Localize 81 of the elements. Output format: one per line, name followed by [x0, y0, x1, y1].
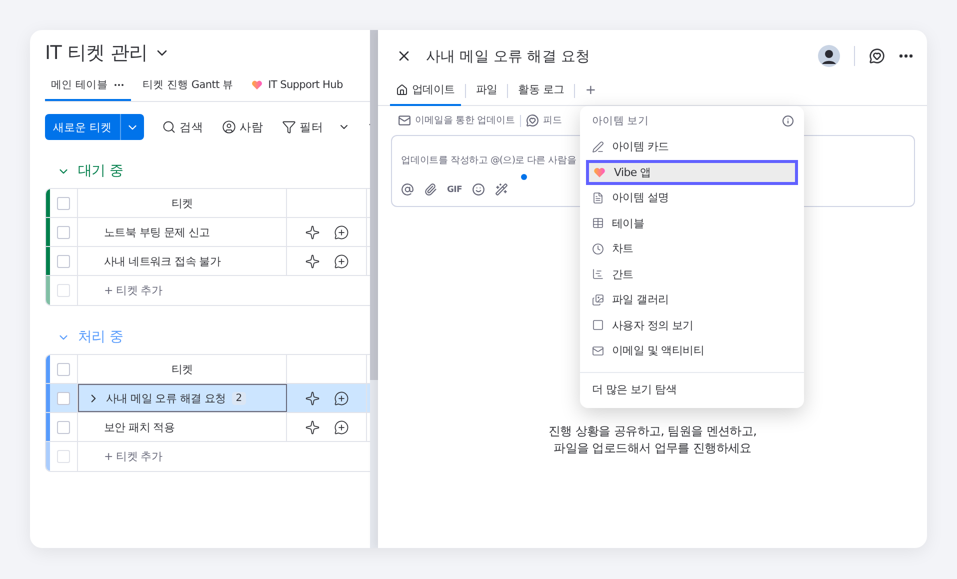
menu-item[interactable]: 더 많은 보기 탐색 — [580, 376, 804, 402]
group-title: 대기 중 — [78, 162, 124, 180]
board-title: IT 티켓 관리 — [45, 41, 148, 66]
checkbox[interactable] — [57, 420, 70, 434]
menu-item[interactable]: 이메일 및 액티비티 — [586, 338, 798, 364]
clock-icon — [592, 242, 604, 255]
panel-tab[interactable]: 파일 — [470, 82, 504, 106]
panel-tab[interactable]: 활동 로그 — [512, 82, 570, 106]
heart-icon — [251, 79, 264, 91]
pen-icon — [592, 140, 604, 153]
add-ticket-link[interactable]: + 티켓 추가 — [78, 283, 162, 298]
paperclip-icon — [424, 183, 437, 196]
gif-button[interactable]: GIF — [447, 184, 462, 194]
checkbox[interactable] — [57, 362, 70, 376]
toolbar-button[interactable]: 사람 — [222, 120, 264, 134]
mail-icon — [592, 344, 604, 357]
checkbox-placeholder — [57, 284, 70, 297]
menu-item[interactable]: 차트 — [586, 236, 798, 262]
view-tab[interactable]: 메인 테이블 — [45, 74, 131, 101]
ticket-name[interactable]: 사내 메일 오류 해결 요청 — [106, 390, 226, 406]
menu-item[interactable]: 아이템 카드 — [586, 134, 798, 160]
menu-item[interactable]: 간트 — [586, 262, 798, 287]
table-icon — [592, 217, 604, 230]
gallery-icon — [592, 294, 604, 306]
subitem-count: 2 — [232, 392, 246, 404]
menu-title: 아이템 보기 — [592, 114, 649, 128]
add-ticket-link[interactable]: + 티켓 추가 — [78, 449, 162, 464]
ticket-name[interactable]: 사내 네트워크 접속 불가 — [104, 254, 221, 268]
gantt-icon — [592, 268, 604, 280]
sparkle-icon — [304, 254, 320, 268]
menu-item[interactable]: 테이블 — [586, 210, 798, 236]
mention-icon — [401, 183, 414, 196]
filter-icon — [282, 120, 296, 134]
comment-add-icon — [334, 224, 348, 240]
magic-pen-icon — [495, 183, 508, 196]
ticket-name[interactable]: 보안 패치 적용 — [104, 420, 175, 434]
menu-item[interactable]: Vibe 앱 — [586, 160, 798, 185]
person-icon — [222, 120, 236, 134]
checkbox[interactable] — [57, 392, 70, 404]
comment-add-icon — [334, 254, 348, 268]
menu-item[interactable]: 사용자 정의 보기 — [586, 312, 798, 338]
view-tab[interactable]: IT Support Hub — [245, 74, 349, 101]
document-icon — [592, 192, 604, 204]
sparkle-icon — [304, 390, 320, 406]
heart-icon — [593, 166, 606, 179]
view-tab[interactable]: 티켓 진행 Gantt 뷰 — [136, 74, 240, 101]
chat-heart-icon — [869, 48, 885, 64]
home-icon — [396, 84, 408, 96]
sparkle-icon — [304, 420, 320, 434]
item-title: 사내 메일 오류 해결 요청 — [426, 48, 592, 66]
sparkle-icon — [304, 224, 320, 240]
avatar-icon — [818, 45, 840, 67]
search-icon — [162, 120, 176, 134]
checkbox[interactable] — [57, 254, 70, 268]
comment-add-icon — [334, 420, 348, 434]
update-link[interactable]: 이메일을 통한 업데이트 — [415, 114, 516, 127]
empty-state-text: 파일을 업로드해서 업무를 진행하세요 — [554, 440, 752, 457]
square-icon — [592, 319, 604, 332]
info-icon — [782, 115, 794, 127]
new-ticket-button[interactable]: 새로운 티켓 — [45, 114, 144, 140]
ticket-name[interactable]: 노트북 부팅 문제 신고 — [104, 224, 210, 240]
empty-state-text: 진행 상황을 공유하고, 팀원을 멘션하고, — [548, 423, 757, 440]
toolbar-button[interactable]: 필터 — [282, 120, 350, 134]
group-title: 처리 중 — [78, 328, 124, 346]
column-header: 티켓 — [78, 189, 287, 217]
column-header: 티켓 — [78, 355, 287, 383]
checkbox[interactable] — [57, 196, 70, 210]
notification-dot — [521, 174, 527, 180]
mail-icon — [398, 114, 411, 127]
panel-tab[interactable]: 업데이트 — [390, 82, 461, 106]
update-link[interactable]: 피드 — [543, 114, 562, 127]
more-icon — [899, 54, 913, 58]
scrollbar[interactable] — [370, 30, 378, 548]
menu-item[interactable]: 파일 갤러리 — [586, 287, 798, 312]
comment-add-icon — [334, 390, 348, 406]
emoji-icon — [472, 183, 486, 196]
chat-heart-icon — [526, 114, 540, 127]
toolbar-button[interactable]: 검색 — [162, 120, 204, 134]
checkbox-placeholder — [57, 450, 70, 463]
add-tab-button[interactable]: + — [579, 83, 602, 104]
checkbox[interactable] — [57, 226, 70, 238]
